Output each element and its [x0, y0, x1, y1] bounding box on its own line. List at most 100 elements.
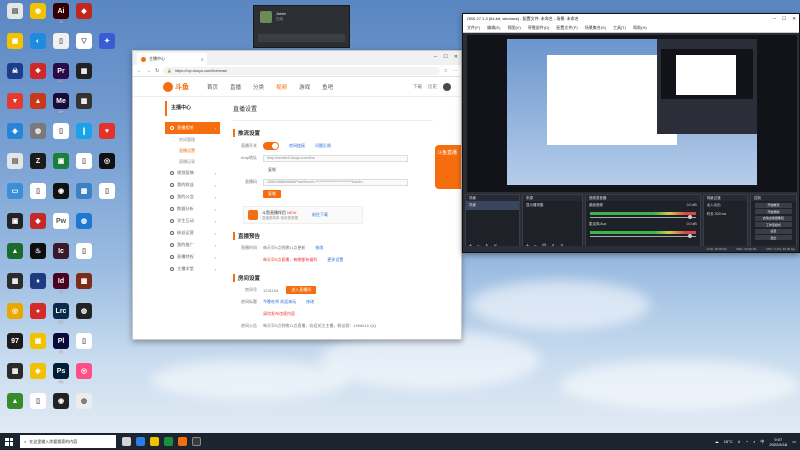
- desktop-icon[interactable]: ▭: [4, 183, 26, 200]
- desktop-icon[interactable]: ▲: [4, 393, 26, 410]
- settings-button[interactable]: 设置: [754, 228, 792, 234]
- desktop-icon[interactable]: ◉: [50, 183, 72, 200]
- desktop-icon[interactable]: ▽: [73, 33, 95, 50]
- notification-icon[interactable]: ▭: [792, 439, 796, 444]
- desktop-icon[interactable]: Lrc Lrc: [50, 303, 72, 324]
- sidebar-item[interactable]: 主播学堂 ›: [165, 263, 220, 275]
- desktop-icon[interactable]: ◍: [73, 393, 95, 410]
- desktop-icon[interactable]: ♨: [27, 243, 49, 260]
- desktop-icon[interactable]: ▯: [96, 183, 118, 200]
- download-link[interactable]: 前往下载: [312, 212, 328, 218]
- minimize-icon[interactable]: ─: [434, 54, 438, 60]
- maximize-icon[interactable]: ☐: [443, 54, 447, 60]
- task-view-icon[interactable]: [122, 437, 131, 446]
- desktop-icon[interactable]: Ic: [50, 243, 72, 260]
- desktop-icon[interactable]: Id Id: [50, 273, 72, 294]
- desktop-icon[interactable]: ▲: [27, 93, 49, 110]
- desktop-icon[interactable]: ♥: [96, 123, 118, 140]
- desktop-icon[interactable]: ▯: [27, 393, 49, 410]
- site-logo[interactable]: 斗鱼: [163, 81, 189, 92]
- copy-button[interactable]: 复制: [263, 166, 281, 174]
- menu-icon[interactable]: ⋯: [452, 68, 457, 74]
- desktop-icon[interactable]: ▼: [4, 93, 26, 110]
- close-icon[interactable]: ✕: [454, 54, 458, 60]
- download-link[interactable]: 下载: [413, 84, 422, 90]
- stream-toggle[interactable]: [263, 142, 279, 150]
- rtmp-url-field[interactable]: rtmp://sendtc3.douyu.com/live: [263, 154, 408, 162]
- nav-video[interactable]: 视频: [276, 83, 287, 91]
- copy-key-button[interactable]: 复制: [263, 190, 281, 198]
- promo-card[interactable]: 斗鱼直播伴侣 NEW 直播更简单 使用更便捷 前往下载: [243, 206, 363, 224]
- sidebar-item[interactable]: 数据分析 ›: [165, 203, 220, 215]
- desktop-icon[interactable]: ●: [27, 303, 49, 320]
- menu-profile[interactable]: 配置文件(P): [556, 25, 577, 31]
- sidebar-item[interactable]: 我的推广 ›: [165, 239, 220, 251]
- search-input[interactable]: ⌕ 在这里输入你要搜索的内容: [20, 435, 116, 448]
- desktop-icon[interactable]: Pw: [50, 213, 72, 230]
- menu-file[interactable]: 文件(F): [467, 25, 480, 31]
- start-recording-button[interactable]: 开始录制: [754, 209, 792, 214]
- chat-app-icon[interactable]: [164, 437, 173, 446]
- menu-tools[interactable]: 工具(T): [613, 25, 626, 31]
- desktop-icon[interactable]: Ai Ai: [50, 3, 72, 24]
- chevron-up-icon[interactable]: ∧: [738, 439, 741, 444]
- sidebar-item[interactable]: 我的收益 ›: [165, 179, 220, 191]
- browser-window[interactable]: 主播中心 ✕ ─ ☐ ✕ ← → ↻ 🔒 https://mp.douyu.co…: [132, 50, 462, 340]
- source-item[interactable]: 显示器采集: [523, 201, 582, 210]
- edit-link[interactable]: 修改: [315, 245, 323, 251]
- obs-app-icon[interactable]: [192, 437, 201, 446]
- desktop-icon[interactable]: ▦: [4, 273, 26, 290]
- desktop-icon[interactable]: ◎: [4, 303, 26, 320]
- sidebar-item[interactable]: 直播相关 ›: [165, 122, 220, 134]
- nav-category[interactable]: 分类: [253, 83, 264, 91]
- desktop-icon[interactable]: ▯: [73, 333, 95, 350]
- desktop-icon[interactable]: Pl Pl: [50, 333, 72, 354]
- desktop-icon[interactable]: ◍: [73, 303, 95, 320]
- desktop-icon[interactable]: ▦: [73, 63, 95, 80]
- chat-input-bar[interactable]: [258, 34, 345, 42]
- nav-games[interactable]: 游戏: [299, 83, 310, 91]
- explorer-icon[interactable]: [150, 437, 159, 446]
- desktop-icon[interactable]: ▦: [4, 363, 26, 380]
- maximize-icon[interactable]: ☐: [782, 16, 786, 22]
- duration-value[interactable]: 300 ms: [715, 212, 726, 216]
- desktop-icon[interactable]: ▯: [50, 123, 72, 140]
- sidebar-subitem[interactable]: 直播记录: [165, 156, 220, 167]
- desktop-icon[interactable]: ▤: [4, 3, 26, 20]
- desktop-icon[interactable]: ▤: [4, 153, 26, 170]
- feedback-link[interactable]: 问题反馈: [315, 143, 331, 149]
- desktop-icon[interactable]: ▦: [73, 93, 95, 110]
- desktop-icon[interactable]: ▣: [50, 153, 72, 170]
- desktop-icon[interactable]: ▯: [73, 243, 95, 260]
- desktop-icon[interactable]: ▣: [4, 213, 26, 230]
- desktop-icon[interactable]: ◍: [27, 123, 49, 140]
- scene-item[interactable]: 场景: [466, 201, 519, 210]
- exit-button[interactable]: 退出: [754, 235, 792, 240]
- desktop-icon[interactable]: ◍: [73, 213, 95, 230]
- network-icon[interactable]: ◔: [746, 439, 748, 444]
- menu-help[interactable]: 帮助(H): [633, 25, 647, 31]
- volume-slider[interactable]: [589, 215, 696, 219]
- obs-preview[interactable]: [467, 35, 797, 192]
- ime-icon[interactable]: 中: [760, 439, 764, 445]
- nav-live[interactable]: 直播: [230, 83, 241, 91]
- enter-room-button[interactable]: 进入直播间: [286, 286, 317, 294]
- menu-docks[interactable]: 停靠部件(D): [528, 25, 550, 31]
- desktop-icon[interactable]: ◆: [27, 363, 49, 380]
- start-button[interactable]: [0, 433, 18, 450]
- browser-app-icon[interactable]: [178, 437, 187, 446]
- sidebar-item[interactable]: 学生互动 ›: [165, 215, 220, 227]
- desktop-icon[interactable]: ◎: [73, 363, 95, 380]
- desktop-icon[interactable]: ◐: [27, 33, 49, 50]
- desktop-icon[interactable]: ▯: [73, 153, 95, 170]
- desktop-icon[interactable]: ◎: [96, 153, 118, 170]
- menu-view[interactable]: 视图(V): [507, 25, 520, 31]
- desktop-icon[interactable]: ◉: [50, 393, 72, 410]
- nav-home[interactable]: 首页: [207, 83, 218, 91]
- sidebar-item[interactable]: 我的公会 ›: [165, 191, 220, 203]
- desktop-icon[interactable]: ✦: [96, 33, 118, 50]
- virtual-camera-button[interactable]: 启动虚拟摄像机: [754, 215, 792, 221]
- sidebar-item[interactable]: 直播特权 ›: [165, 251, 220, 263]
- minimize-icon[interactable]: ─: [773, 16, 776, 22]
- desktop-icon[interactable]: ▯: [27, 183, 49, 200]
